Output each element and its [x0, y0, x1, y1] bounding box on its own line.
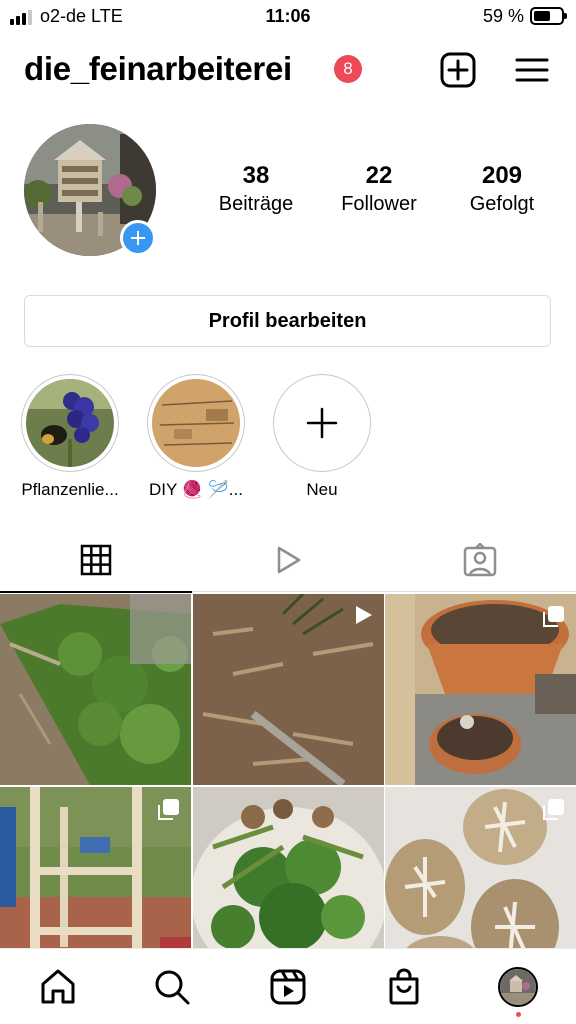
stat-followers[interactable]: 22 Follower: [319, 162, 439, 218]
reel-badge-icon: [355, 606, 372, 624]
tab-reels[interactable]: [192, 528, 384, 592]
username-title[interactable]: die_feinarbeiterei: [24, 50, 292, 88]
plus-square-icon: [440, 52, 476, 88]
post-terracotta-pots[interactable]: [385, 594, 576, 785]
followers-count: 22: [365, 162, 393, 189]
shop-icon: [389, 968, 419, 1005]
nav-search[interactable]: [152, 967, 192, 1007]
highlight-new-label: Neu: [306, 480, 338, 499]
nav-home[interactable]: [38, 967, 78, 1007]
highlight-plants-image: [26, 379, 114, 467]
activity-dot: [516, 1012, 521, 1017]
posts-label: Beiträge: [218, 193, 294, 215]
menu-button[interactable]: [514, 52, 550, 88]
nav-reels[interactable]: [268, 967, 308, 1007]
grid-icon: [80, 544, 112, 576]
highlight-diy-label: DIY 🧶 🪡...: [149, 480, 243, 499]
reels-icon: [270, 969, 306, 1005]
notification-badge[interactable]: 8: [334, 55, 362, 83]
profile-tabs: [0, 528, 576, 593]
add-story-button[interactable]: [120, 220, 156, 256]
home-icon: [41, 969, 75, 1004]
highlight-diy-image: [152, 379, 240, 467]
following-count: 209: [481, 162, 523, 189]
stat-following[interactable]: 209 Gefolgt: [442, 162, 562, 218]
carousel-badge-icon: [543, 606, 564, 627]
carousel-badge-icon: [158, 798, 179, 820]
create-post-button[interactable]: [440, 52, 476, 88]
edit-profile-button[interactable]: Profil bearbeiten: [24, 295, 551, 347]
highlight-plants-label: Pflanzenlie...: [21, 480, 119, 499]
profile-header: die_feinarbeiterei 8: [24, 48, 556, 92]
battery-icon: [530, 7, 567, 25]
battery-percent: 59 %: [482, 6, 524, 26]
search-icon: [155, 970, 190, 1005]
post-garden-bed[interactable]: [0, 594, 191, 785]
carousel-badge-icon: [543, 798, 564, 820]
tab-tagged[interactable]: [384, 528, 576, 592]
post-bark-mulch[interactable]: [192, 594, 384, 785]
stat-posts[interactable]: 38 Beiträge: [196, 162, 316, 218]
play-icon: [277, 546, 301, 574]
highlight-new[interactable]: Neu: [272, 374, 372, 500]
bottom-nav: [0, 948, 576, 1024]
posts-count: 38: [242, 162, 270, 189]
following-label: Gefolgt: [469, 193, 535, 215]
tagged-person-icon: [463, 543, 497, 577]
nav-profile-avatar[interactable]: [498, 967, 538, 1007]
highlight-diy[interactable]: DIY 🧶 🪡...: [146, 374, 246, 500]
followers-label: Follower: [341, 193, 417, 215]
tab-grid[interactable]: [0, 528, 192, 593]
plus-icon: [306, 407, 338, 439]
nav-shop[interactable]: [384, 967, 424, 1007]
hamburger-icon: [515, 58, 549, 82]
status-bar: o2-de LTE 11:06 59 %: [0, 0, 576, 34]
highlight-plants[interactable]: Pflanzenlie...: [20, 374, 120, 500]
